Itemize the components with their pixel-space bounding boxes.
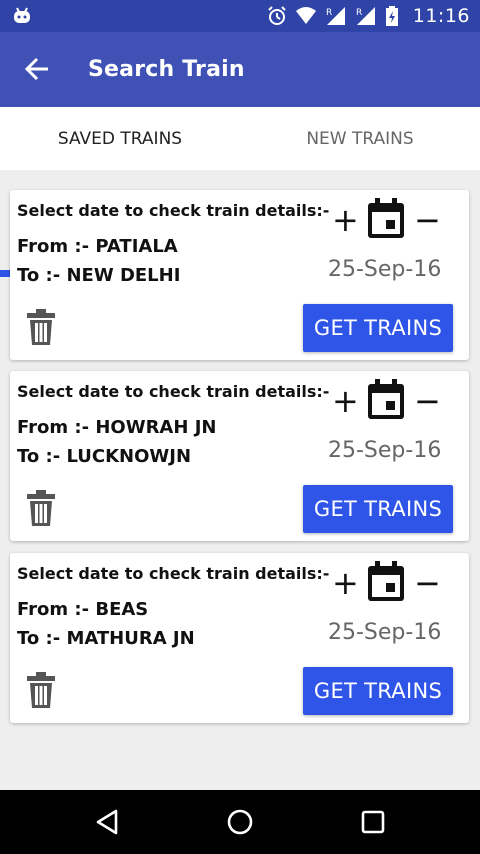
travel-date: 25-Sep-16 — [328, 257, 442, 282]
system-nav-bar — [0, 790, 480, 854]
increment-date-button[interactable]: + — [332, 381, 359, 421]
android-icon — [14, 7, 30, 23]
battery-charging-icon — [385, 6, 398, 26]
date-prompt: Select date to check train details:- — [17, 382, 330, 401]
status-bar: R R 11:16 — [0, 0, 480, 32]
decrement-date-button[interactable]: − — [414, 200, 441, 240]
tab-new-trains[interactable]: NEW TRAINS — [240, 107, 480, 170]
recents-square-icon[interactable] — [359, 808, 387, 836]
to-station: To :- NEW DELHI — [17, 265, 181, 286]
app-bar: Search Train — [0, 32, 480, 107]
increment-date-button[interactable]: + — [332, 563, 359, 603]
increment-date-button[interactable]: + — [332, 200, 359, 240]
from-station: From :- BEAS — [17, 599, 149, 620]
signal-r-icon: R — [326, 7, 345, 25]
date-prompt: Select date to check train details:- — [17, 564, 330, 583]
page-title: Search Train — [88, 57, 245, 82]
alarm-icon — [268, 6, 286, 25]
get-trains-button[interactable]: GET TRAINS — [303, 667, 453, 715]
to-station: To :- MATHURA JN — [17, 628, 195, 649]
tab-saved-trains[interactable]: SAVED TRAINS — [0, 107, 240, 170]
wifi-icon — [295, 7, 316, 24]
get-trains-button[interactable]: GET TRAINS — [303, 304, 453, 352]
trash-icon[interactable] — [27, 672, 55, 708]
saved-train-card: Select date to check train details:- Fro… — [10, 190, 469, 360]
decrement-date-button[interactable]: − — [414, 381, 441, 421]
calendar-icon[interactable] — [366, 379, 406, 421]
from-station: From :- PATIALA — [17, 236, 178, 257]
svg-text:R: R — [326, 8, 332, 18]
back-triangle-icon[interactable] — [94, 808, 122, 836]
calendar-icon[interactable] — [366, 561, 406, 603]
home-circle-icon[interactable] — [226, 808, 254, 836]
to-station: To :- LUCKNOWJN — [17, 446, 192, 467]
travel-date: 25-Sep-16 — [328, 438, 442, 463]
arrow-back-icon[interactable] — [24, 56, 50, 82]
tab-bar: SAVED TRAINS NEW TRAINS — [0, 107, 480, 277]
date-prompt: Select date to check train details:- — [17, 201, 330, 220]
svg-text:R: R — [356, 8, 362, 18]
saved-train-card: Select date to check train details:- Fro… — [10, 553, 469, 723]
trash-icon[interactable] — [27, 309, 55, 345]
trash-icon[interactable] — [27, 490, 55, 526]
get-trains-button[interactable]: GET TRAINS — [303, 485, 453, 533]
signal-r-icon: R — [356, 7, 375, 25]
decrement-date-button[interactable]: − — [414, 563, 441, 603]
from-station: From :- HOWRAH JN — [17, 417, 217, 438]
travel-date: 25-Sep-16 — [328, 620, 442, 645]
saved-train-card: Select date to check train details:- Fro… — [10, 371, 469, 541]
calendar-icon[interactable] — [366, 198, 406, 240]
status-time: 11:16 — [412, 5, 470, 27]
